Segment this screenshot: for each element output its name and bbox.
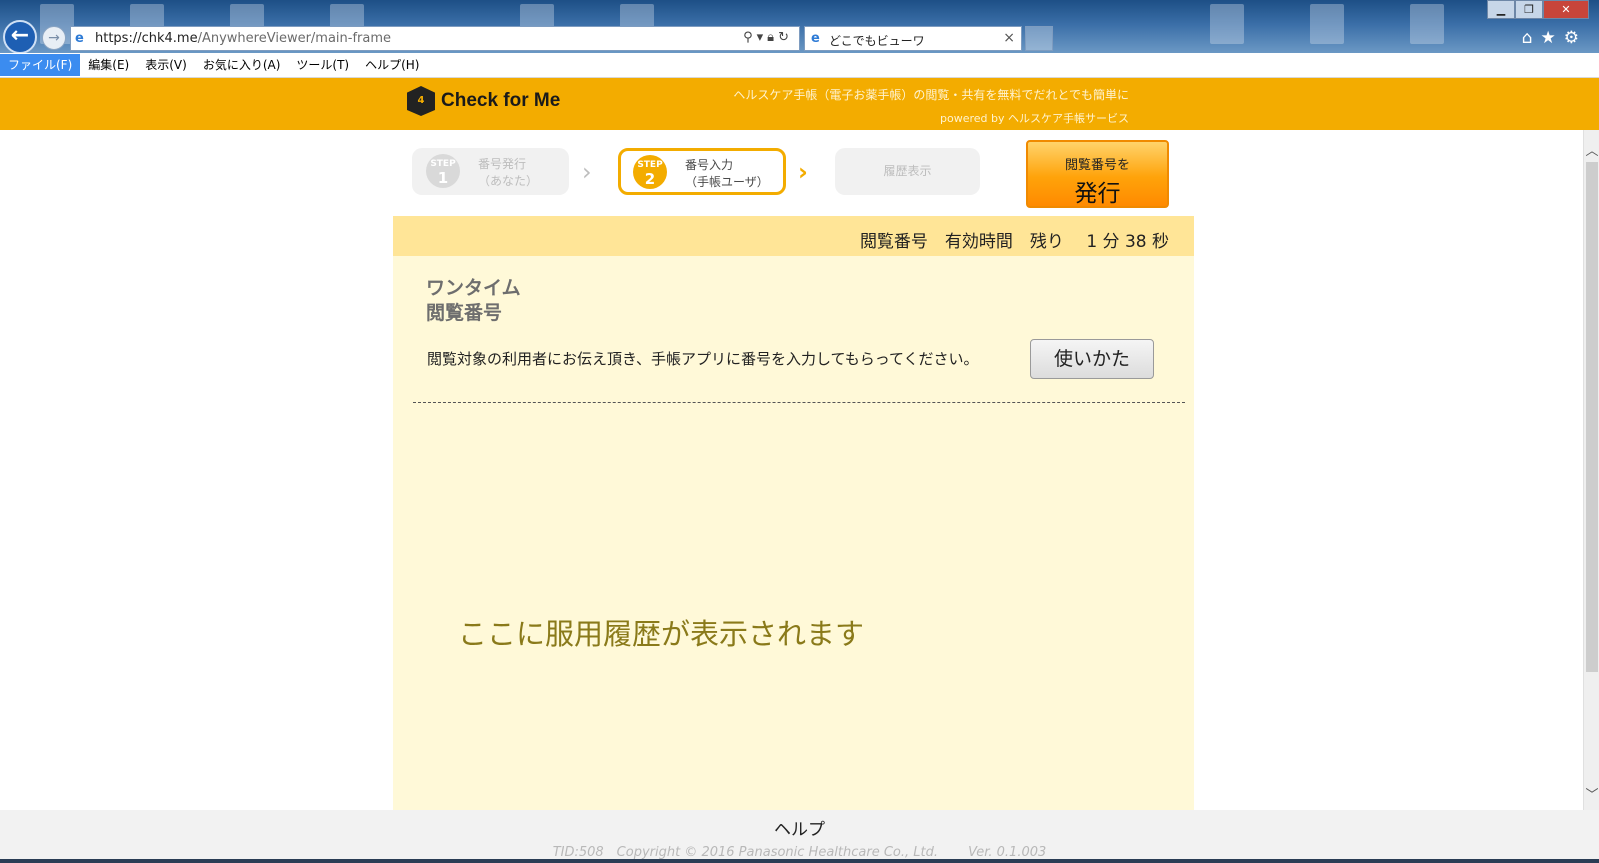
window-controls: ▁ ❐ ✕ [1487, 0, 1589, 19]
minimize-icon: ▁ [1496, 3, 1506, 16]
box-logo-icon: 4 [407, 86, 435, 116]
refresh-icon[interactable]: ↻ [778, 30, 793, 45]
help-link[interactable]: ヘルプ [0, 815, 1599, 840]
close-window-button[interactable]: ✕ [1543, 0, 1589, 19]
issue-number-button[interactable]: 閲覧番号を 発行 [1026, 140, 1169, 208]
ie-page-icon: e [75, 31, 84, 46]
menu-item-tools[interactable]: ツール(T) [288, 54, 357, 76]
taskbar-edge [0, 859, 1599, 863]
step-1-label: 番号発行 （あなた） [478, 156, 538, 190]
powered-by: powered by ヘルスケア手帳サービス [940, 112, 1129, 125]
desktop-icon [1410, 4, 1444, 44]
restore-button[interactable]: ❐ [1515, 0, 1543, 19]
url-host: chk4.me [141, 31, 198, 46]
back-button[interactable]: ← [3, 20, 37, 54]
step-2-badge-number: 2 [644, 170, 656, 188]
scroll-up-icon[interactable]: ︿ [1584, 140, 1599, 159]
menu-item-favorites[interactable]: お気に入り(A) [195, 54, 289, 76]
how-to-use-button[interactable]: 使いかた [1030, 339, 1154, 379]
step-1-badge-label: STEP [430, 159, 456, 169]
tagline: ヘルスケア手帳（電子お薬手帳）の閲覧・共有を無料でだれとでも簡単に [733, 88, 1129, 102]
step-1-badge: STEP 1 [426, 154, 460, 188]
step-1-badge-number: 1 [437, 169, 449, 187]
step-3-history-display: 履歴表示 [835, 148, 980, 195]
step-2-badge-label: STEP [637, 160, 663, 170]
minimize-button[interactable]: ▁ [1487, 0, 1515, 19]
chevron-right-icon: › [582, 158, 592, 186]
home-icon[interactable]: ⌂ [1522, 28, 1541, 48]
menu-item-help[interactable]: ヘルプ(H) [357, 54, 427, 76]
close-tab-icon[interactable]: × [1003, 30, 1015, 46]
logo[interactable]: 4 Check for Me [407, 86, 560, 116]
chevron-right-icon: › [798, 158, 808, 186]
browser-tab[interactable]: e どこでもビューワ × [804, 26, 1022, 51]
menu-item-view[interactable]: 表示(V) [137, 54, 195, 76]
arrow-left-icon: ← [10, 23, 30, 48]
timer-bar: 閲覧番号 有効時間 残り 1 分 38 秒 [393, 216, 1194, 256]
new-tab-button[interactable] [1025, 26, 1053, 51]
step-3-label: 履歴表示 [883, 164, 932, 178]
step-2-badge: STEP 2 [633, 155, 667, 189]
step-1-line1: 番号発行 [478, 157, 527, 171]
step-2-line2: （手帳ユーザ） [685, 175, 769, 189]
step-1-line2: （あなた） [478, 174, 539, 188]
step-2-label: 番号入力 （手帳ユーザ） [685, 157, 769, 191]
search-icon[interactable]: ⚲ [743, 30, 757, 45]
onetime-number-title: ワンタイム 閲覧番号 [426, 276, 521, 326]
step-2-enter-number: STEP 2 番号入力 （手帳ユーザ） [618, 148, 786, 195]
address-bar[interactable]: e https://chk4.me/AnywhereViewer/main-fr… [70, 26, 800, 51]
title-line1: ワンタイム [426, 277, 521, 299]
page-scrollbar[interactable]: ︿ ﹀ [1583, 130, 1599, 810]
viewer-panel: 閲覧番号 有効時間 残り 1 分 38 秒 ワンタイム閲覧番号 閲覧対象の利用者… [393, 216, 1194, 810]
tab-title: どこでもビューワ [829, 34, 925, 48]
step-1-issue-number: STEP 1 番号発行 （あなた） [412, 148, 569, 195]
browser-tool-icons: ⌂★⚙ [1522, 28, 1587, 48]
logo-text: Check for Me [441, 90, 561, 111]
main-content: STEP 1 番号発行 （あなた） › STEP 2 番号入力 （手帳ユーザ） › 履歴… [0, 130, 1583, 810]
url-path: /AnywhereViewer/main-frame [197, 31, 392, 46]
footer: ヘルプ TID:508 Copyright © 2016 Panasonic H… [0, 810, 1599, 863]
history-placeholder: ここに服用履歴が表示されます [458, 617, 865, 651]
star-icon[interactable]: ★ [1541, 28, 1564, 48]
scroll-thumb[interactable] [1586, 162, 1598, 672]
forward-button[interactable]: → [42, 26, 66, 50]
restore-icon: ❐ [1524, 3, 1534, 16]
title-line2: 閲覧番号 [426, 302, 503, 324]
dashed-divider [413, 402, 1185, 403]
arrow-right-icon: → [48, 30, 60, 46]
copyright-text: TID:508 Copyright © 2016 Panasonic Healt… [552, 845, 1047, 860]
issue-button-line2: 発行 [1074, 181, 1121, 207]
browser-titlebar: ← → e https://chk4.me/AnywhereViewer/mai… [0, 0, 1599, 54]
lock-icon[interactable]: 🔒︎ [767, 30, 778, 45]
url-scheme: https:// [95, 31, 142, 46]
menu-bar: ファイル(F) 編集(E) 表示(V) お気に入り(A) ツール(T) ヘルプ(… [0, 53, 1599, 78]
issue-button-line1: 閲覧番号を [1064, 158, 1130, 173]
address-bar-icons: ⚲▾🔒︎↻ [743, 30, 793, 45]
desktop-icon [1210, 4, 1244, 44]
menu-item-edit[interactable]: 編集(E) [80, 54, 137, 76]
instruction-text: 閲覧対象の利用者にお伝え頂き、手帳アプリに番号を入力してもらってください。 [427, 350, 979, 368]
gear-icon[interactable]: ⚙ [1564, 28, 1587, 48]
address-url[interactable]: https://chk4.me/AnywhereViewer/main-fram… [95, 31, 391, 46]
desktop-icon [1310, 4, 1344, 44]
scroll-down-icon[interactable]: ﹀ [1584, 784, 1599, 803]
ie-tab-icon: e [811, 31, 820, 46]
site-header: 4 Check for Me ヘルスケア手帳（電子お薬手帳）の閲覧・共有を無料で… [0, 78, 1599, 130]
menu-item-file[interactable]: ファイル(F) [0, 54, 81, 76]
dropdown-icon[interactable]: ▾ [757, 30, 768, 45]
remaining-time: 閲覧番号 有効時間 残り 1 分 38 秒 [859, 232, 1169, 252]
step-2-line1: 番号入力 [685, 158, 734, 172]
close-icon: ✕ [1561, 3, 1571, 16]
